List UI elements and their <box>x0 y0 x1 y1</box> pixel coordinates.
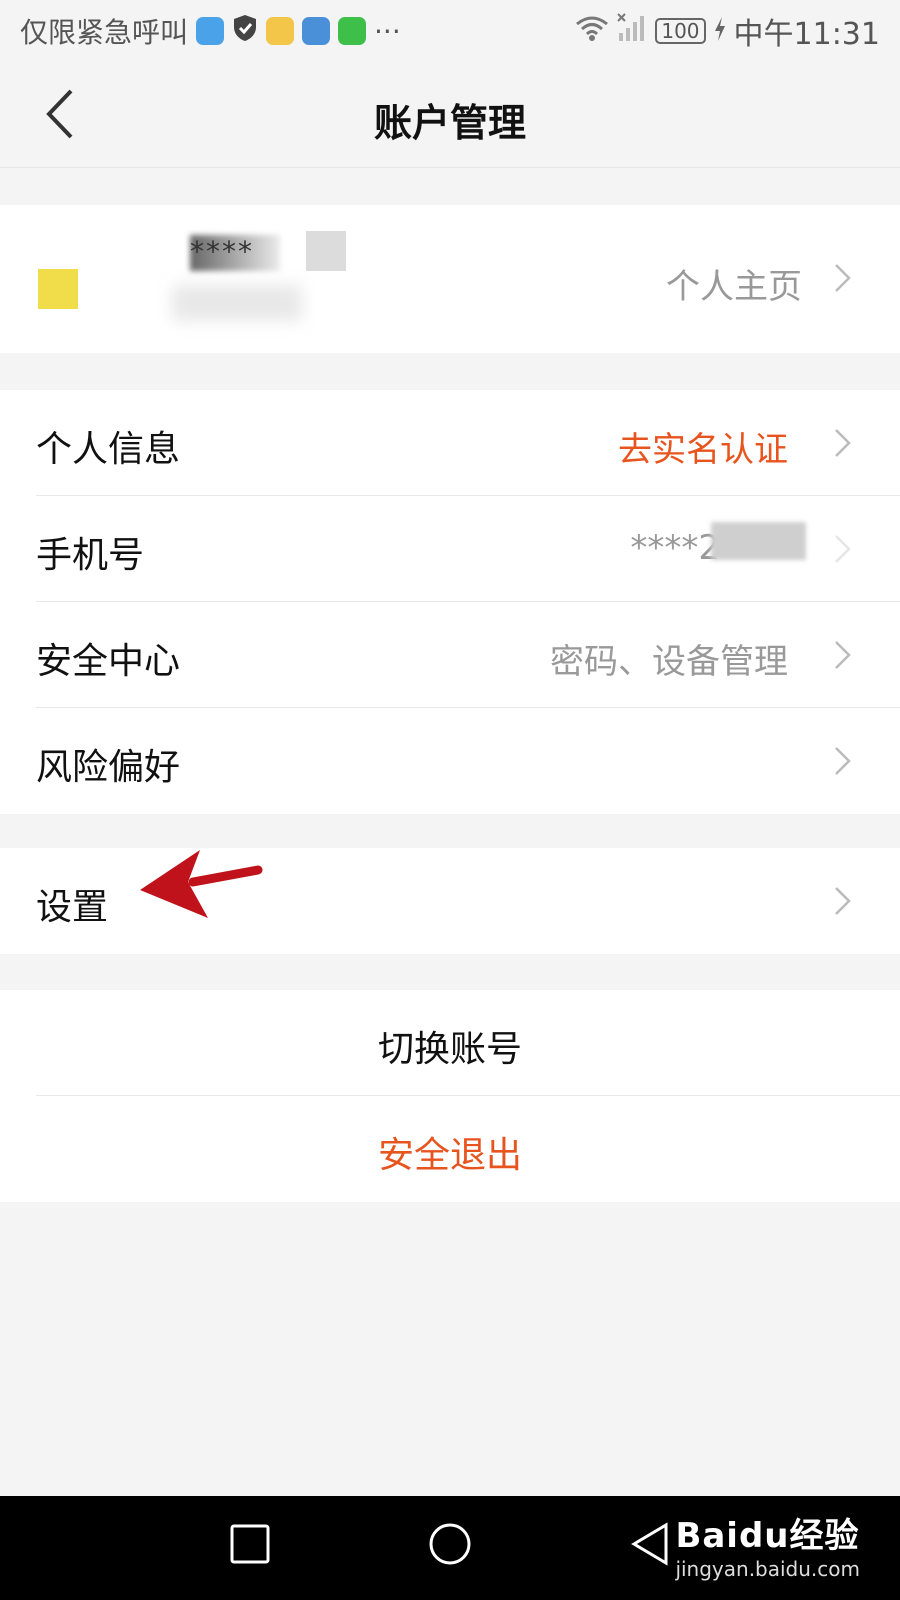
row-label: 设置 <box>36 887 109 928</box>
logout-row[interactable]: 安全退出 <box>0 1096 900 1202</box>
row-label: 安全中心 <box>36 641 181 682</box>
profile-card[interactable]: **** 个人主页 <box>0 205 900 353</box>
book-app-icon <box>338 17 367 45</box>
status-left: 仅限紧急呼叫 ··· <box>20 11 401 51</box>
square-icon <box>230 1524 270 1564</box>
carrier-text: 仅限紧急呼叫 <box>20 16 189 49</box>
row-settings[interactable]: 设置 <box>0 848 900 954</box>
status-right: 100 中午11:31 <box>575 9 880 53</box>
chevron-right-icon <box>834 640 852 670</box>
chevron-right-icon <box>834 263 852 293</box>
baidu-jingyan-watermark: Baidu经验 jingyan.baidu.com <box>675 1508 860 1581</box>
signal-icon <box>617 12 647 50</box>
watermark-url: jingyan.baidu.com <box>675 1557 860 1581</box>
row-label: 个人信息 <box>36 429 181 470</box>
redacted-name-box <box>306 231 346 271</box>
finance-app-icon <box>266 17 295 45</box>
triangle-back-icon <box>631 1522 668 1566</box>
page-title: 账户管理 <box>373 101 526 145</box>
switch-account-button[interactable]: 切换账号 <box>0 1020 900 1072</box>
home-button[interactable] <box>428 1522 472 1570</box>
chevron-right-icon <box>834 428 852 458</box>
row-security-center[interactable]: 安全中心 密码、设备管理 <box>0 602 900 708</box>
switch-account-row[interactable]: 切换账号 <box>0 990 900 1096</box>
chart-app-icon <box>302 17 331 45</box>
recent-apps-button[interactable] <box>230 1524 270 1568</box>
charging-icon <box>714 15 726 48</box>
row-risk-preference[interactable]: 风险偏好 <box>0 708 900 814</box>
back-nav-button[interactable] <box>630 1522 670 1570</box>
chevron-right-icon <box>834 534 852 564</box>
profile-homepage-link[interactable]: 个人主页 <box>666 259 802 308</box>
status-bar: 仅限紧急呼叫 ··· 100 中午11:31 <box>0 0 900 62</box>
navigation-header: 账户管理 <box>0 62 900 168</box>
battery-indicator: 100 <box>655 18 706 44</box>
more-notifications-icon: ··· <box>374 14 401 48</box>
account-actions-group: 切换账号 安全退出 <box>0 990 900 1202</box>
wifi-icon <box>575 14 609 49</box>
row-label: 手机号 <box>36 535 145 576</box>
row-value: 密码、设备管理 <box>550 642 788 682</box>
profile-masked-name: **** <box>190 235 254 268</box>
security-shield-icon <box>232 14 258 49</box>
row-phone[interactable]: 手机号 ****2 <box>0 496 900 602</box>
logout-button[interactable]: 安全退出 <box>0 1126 900 1178</box>
avatar <box>38 269 78 309</box>
system-navigation-bar: Baidu经验 jingyan.baidu.com <box>0 1496 900 1600</box>
shield-app-icon <box>196 17 225 45</box>
account-info-group: 个人信息 去实名认证 手机号 ****2 安全中心 密码、设备管理 风险偏好 <box>0 390 900 814</box>
watermark-brand: Baidu经验 <box>675 1516 860 1556</box>
redacted-nickname <box>172 285 302 321</box>
verify-identity-link[interactable]: 去实名认证 <box>618 422 788 471</box>
chevron-right-icon <box>834 886 852 916</box>
status-time: 中午11:31 <box>733 17 880 52</box>
circle-icon <box>429 1523 471 1565</box>
row-label: 风险偏好 <box>36 747 181 788</box>
chevron-right-icon <box>834 746 852 776</box>
annotation-arrow <box>138 848 263 924</box>
row-personal-info[interactable]: 个人信息 去实名认证 <box>0 390 900 496</box>
settings-group: 设置 <box>0 848 900 954</box>
redacted-phone-blur <box>711 522 806 560</box>
phone-masked-value: ****2 <box>630 528 720 568</box>
